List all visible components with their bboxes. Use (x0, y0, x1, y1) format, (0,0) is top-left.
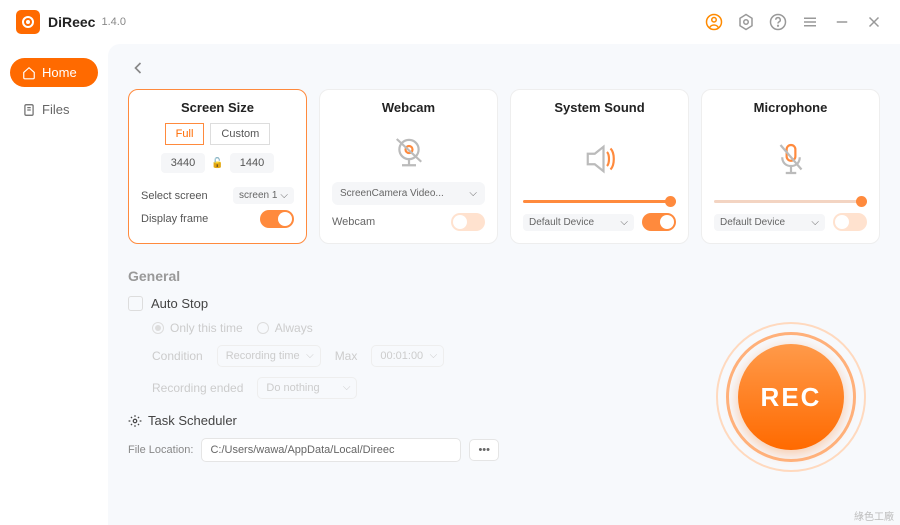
webcam-device-select[interactable]: ScreenCamera Video...⌵ (332, 182, 485, 205)
rec-button-wrap: REC (716, 322, 866, 472)
rec-ended-select[interactable]: Do nothing (257, 377, 357, 399)
settings-icon[interactable] (736, 12, 756, 32)
browse-button[interactable]: ••• (469, 439, 499, 461)
display-frame-toggle[interactable] (260, 210, 294, 228)
condition-select[interactable]: Recording time (217, 345, 321, 367)
sidebar: Home Files (0, 44, 108, 525)
display-frame-label: Display frame (141, 213, 208, 225)
webcam-toggle[interactable] (451, 213, 485, 231)
mic-device-select[interactable]: Default Device⌵ (714, 214, 825, 231)
app-version: 1.4.0 (101, 16, 125, 28)
webcam-off-icon (332, 123, 485, 182)
speaker-icon (523, 123, 676, 194)
always-radio[interactable] (257, 322, 269, 334)
general-title: General (128, 268, 880, 284)
task-scheduler-label[interactable]: Task Scheduler (148, 413, 237, 428)
webcam-title: Webcam (332, 100, 485, 115)
system-sound-card: System Sound Default Device⌵ (510, 89, 689, 244)
always-label: Always (275, 321, 313, 335)
sound-slider[interactable] (523, 200, 676, 203)
custom-size-button[interactable]: Custom (210, 123, 270, 145)
only-this-radio[interactable] (152, 322, 164, 334)
app-logo (16, 10, 40, 34)
height-value[interactable]: 1440 (230, 153, 274, 173)
max-select[interactable]: 00:01:00 (371, 345, 444, 367)
screen-size-card: Screen Size Full Custom 3440 🔓 1440 Sele… (128, 89, 307, 244)
auto-stop-label: Auto Stop (151, 296, 208, 311)
gear-icon (128, 414, 142, 428)
width-value[interactable]: 3440 (161, 153, 205, 173)
webcam-card: Webcam ScreenCamera Video...⌵ Webcam (319, 89, 498, 244)
sound-device-select[interactable]: Default Device⌵ (523, 214, 634, 231)
file-location-input[interactable]: C:/Users/wawa/AppData/Local/Direec (201, 438, 461, 462)
mic-toggle[interactable] (833, 213, 867, 231)
app-name: DiReec (48, 14, 95, 30)
sound-title: System Sound (523, 100, 676, 115)
lock-icon[interactable]: 🔓 (211, 158, 223, 169)
rec-ended-label: Recording ended (152, 381, 243, 395)
file-location-label: File Location: (128, 444, 193, 456)
minimize-icon[interactable] (832, 12, 852, 32)
screen-size-title: Screen Size (141, 100, 294, 115)
auto-stop-checkbox[interactable] (128, 296, 143, 311)
menu-icon[interactable] (800, 12, 820, 32)
sound-toggle[interactable] (642, 213, 676, 231)
account-icon[interactable] (704, 12, 724, 32)
content-area: Screen Size Full Custom 3440 🔓 1440 Sele… (108, 44, 900, 525)
help-icon[interactable] (768, 12, 788, 32)
select-screen-label: Select screen (141, 190, 208, 202)
back-button[interactable] (128, 58, 880, 83)
webcam-label: Webcam (332, 216, 375, 228)
titlebar: DiReec 1.4.0 (0, 0, 900, 44)
nav-files-label: Files (42, 102, 69, 117)
close-icon[interactable] (864, 12, 884, 32)
nav-home-label: Home (42, 65, 77, 80)
full-size-button[interactable]: Full (165, 123, 205, 145)
mic-slider[interactable] (714, 200, 867, 203)
mic-off-icon (714, 123, 867, 194)
microphone-card: Microphone Default Device⌵ (701, 89, 880, 244)
max-label: Max (335, 349, 358, 363)
condition-label: Condition (152, 349, 203, 363)
mic-title: Microphone (714, 100, 867, 115)
watermark: 綠色工廠 (854, 508, 894, 523)
only-this-label: Only this time (170, 321, 243, 335)
screen-select[interactable]: screen 1 ⌵ (233, 187, 294, 204)
nav-home[interactable]: Home (10, 58, 98, 87)
nav-files[interactable]: Files (10, 95, 98, 124)
